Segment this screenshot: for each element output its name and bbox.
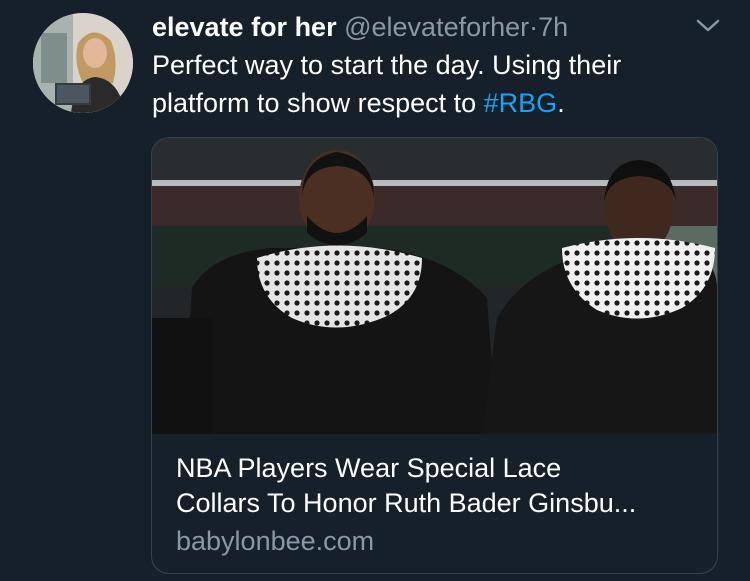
hashtag-link[interactable]: #RBG	[484, 88, 558, 118]
timestamp[interactable]: 7h	[538, 12, 568, 42]
tweet-header: elevate for her @elevateforher·7h	[152, 10, 568, 44]
tweet-text: Perfect way to start the day. Using thei…	[152, 46, 722, 122]
author-handle[interactable]: @elevateforher	[344, 12, 529, 42]
chevron-down-icon	[696, 19, 720, 32]
card-title-line-1[interactable]: NBA Players Wear Special Lace	[176, 451, 706, 486]
tweet-text-end: .	[557, 88, 565, 118]
card-body: NBA Players Wear Special Lace Collars To…	[176, 451, 706, 559]
card-title-line-2[interactable]: Collars To Honor Ruth Bader Ginsbu...	[176, 486, 706, 521]
card-domain[interactable]: babylonbee.com	[176, 523, 706, 559]
separator-dot: ·	[529, 12, 539, 42]
link-card[interactable]: NBA Players Wear Special Lace Collars To…	[151, 137, 718, 574]
author-name[interactable]: elevate for her	[152, 12, 337, 42]
profile-photo	[33, 13, 133, 113]
card-image	[152, 138, 717, 434]
tweet-menu-button[interactable]	[693, 14, 723, 38]
avatar[interactable]	[33, 13, 133, 113]
